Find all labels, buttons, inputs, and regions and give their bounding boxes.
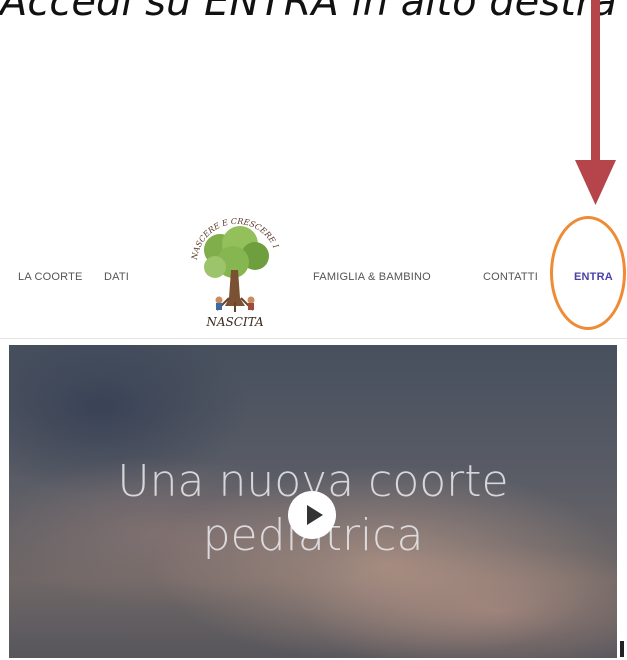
play-icon	[307, 505, 323, 525]
main-nav: LA COORTE DATI NASCERE E CRESCERE IN ITA…	[0, 212, 627, 338]
site-logo[interactable]: NASCERE E CRESCERE IN ITALIA NASCITA	[185, 212, 285, 332]
arrow-down-icon	[575, 0, 616, 205]
play-button[interactable]	[288, 491, 336, 539]
edge-fragment	[620, 641, 624, 657]
nav-contatti[interactable]: CONTATTI	[483, 271, 538, 283]
logo-bottom-text: NASCITA	[205, 315, 264, 329]
nav-la-coorte[interactable]: LA COORTE	[18, 271, 83, 283]
nav-dati[interactable]: DATI	[104, 271, 129, 283]
nav-famiglia-bambino[interactable]: FAMIGLIA & BAMBINO	[313, 271, 431, 283]
nav-divider	[0, 338, 627, 339]
hero-video[interactable]: Una nuova coorte pediatrica	[9, 345, 617, 658]
highlight-circle	[550, 216, 626, 330]
instruction-text: Accedi su ENTRA in alto destra	[0, 0, 617, 25]
